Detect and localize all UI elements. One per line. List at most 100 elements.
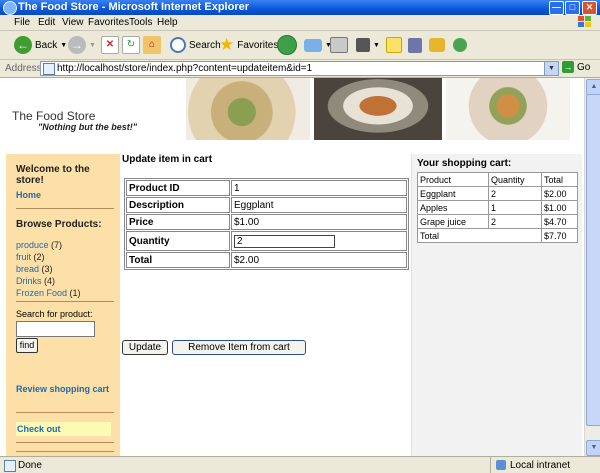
cart-heading: Your shopping cart:: [417, 158, 512, 169]
welcome-heading: Welcome to the store!: [16, 164, 90, 186]
table-row: Apples 1 $1.00: [417, 200, 578, 215]
category-count: (4): [44, 276, 56, 286]
checkout-link[interactable]: Check out: [16, 422, 111, 436]
sidebar: Welcome to the store! Home Browse Produc…: [6, 154, 120, 456]
browser-window: The Food Store - Microsoft Internet Expl…: [0, 0, 600, 473]
shopping-cart-panel: Your shopping cart: Product Quantity Tot…: [411, 154, 582, 456]
home-link[interactable]: Home: [16, 190, 41, 200]
scroll-thumb[interactable]: [586, 94, 600, 426]
quantity-input[interactable]: 2: [234, 234, 335, 248]
column-header-total: Total: [541, 172, 578, 187]
edit-dropdown-icon: ▼: [373, 41, 380, 49]
menu-view[interactable]: View: [62, 17, 84, 28]
find-button[interactable]: find: [16, 338, 38, 353]
divider: [16, 442, 114, 443]
update-button[interactable]: Update: [122, 340, 168, 355]
print-button[interactable]: [330, 34, 348, 56]
mail-icon: [304, 38, 322, 52]
divider: [16, 301, 114, 302]
divider: [16, 451, 114, 452]
category-fruit[interactable]: fruit (2): [16, 252, 45, 262]
table-row: Total $2.00: [126, 252, 407, 268]
category-produce[interactable]: produce (7): [16, 240, 62, 250]
category-link[interactable]: Frozen Food: [16, 288, 67, 298]
search-label: Search for product:: [16, 309, 93, 319]
page-done-icon: [4, 460, 16, 472]
stop-button[interactable]: ✕: [101, 34, 119, 56]
menu-tools[interactable]: Tools: [129, 17, 152, 28]
print-icon: [330, 37, 348, 53]
menu-favorites[interactable]: Favorites: [88, 17, 129, 28]
history-icon: [277, 35, 297, 55]
discuss-button[interactable]: [386, 34, 402, 56]
history-button[interactable]: [277, 34, 297, 56]
favorites-star-icon: ★: [219, 35, 235, 54]
go-button[interactable]: → Go: [562, 61, 590, 73]
category-link[interactable]: Drinks: [16, 276, 42, 286]
maximize-button[interactable]: □: [565, 1, 580, 15]
cart-total-value: $7.70: [541, 228, 578, 243]
product-id-label: Product ID: [126, 180, 230, 196]
category-link[interactable]: produce: [16, 240, 49, 250]
edit-icon: [356, 38, 370, 52]
category-bread[interactable]: bread (3): [16, 264, 53, 274]
page-content: The Food Store "Nothing but the best!" W…: [0, 78, 584, 456]
close-button[interactable]: ✕: [582, 1, 597, 15]
cart-product: Grape juice: [417, 214, 489, 229]
home-icon: ⌂: [143, 36, 161, 54]
item-table: Product ID 1 Description Eggplant Price …: [124, 178, 409, 270]
back-label: Back: [35, 39, 58, 51]
cart-total-row: Total $7.70: [417, 228, 578, 243]
back-dropdown-icon: ▼: [60, 41, 68, 49]
search-button[interactable]: Search: [170, 34, 221, 56]
address-dropdown-icon[interactable]: ▼: [544, 62, 558, 75]
research-icon: [408, 37, 422, 53]
vertical-scrollbar[interactable]: ▲ ▼: [584, 78, 600, 456]
title-bar: The Food Store - Microsoft Internet Expl…: [0, 0, 600, 15]
table-row: Quantity 2: [126, 231, 407, 251]
forward-button[interactable]: → ▼: [68, 34, 96, 56]
cart-quantity: 2: [488, 214, 542, 229]
contacts-button[interactable]: [453, 34, 467, 56]
messenger-button[interactable]: [429, 34, 445, 56]
scroll-up-icon[interactable]: ▲: [586, 79, 600, 95]
favorites-button[interactable]: ★ Favorites: [219, 34, 278, 56]
category-link[interactable]: fruit: [16, 252, 31, 262]
mail-button[interactable]: ▼: [304, 34, 332, 56]
address-bar: Address http://localhost/store/index.php…: [0, 60, 600, 78]
category-count: (7): [51, 240, 63, 250]
menu-help[interactable]: Help: [157, 17, 178, 28]
window-title: The Food Store - Microsoft Internet Expl…: [18, 1, 250, 13]
site-tagline: "Nothing but the best!": [38, 122, 138, 132]
category-drinks[interactable]: Drinks (4): [16, 276, 55, 286]
column-header-quantity: Quantity: [488, 172, 542, 187]
divider: [16, 208, 114, 209]
remove-item-button[interactable]: Remove Item from cart: [172, 340, 306, 355]
research-button[interactable]: [408, 34, 422, 56]
scroll-down-icon[interactable]: ▼: [586, 440, 600, 456]
discuss-icon: [386, 37, 402, 53]
review-cart-link[interactable]: Review shopping cart: [16, 384, 116, 394]
go-label: Go: [577, 61, 591, 73]
address-url: http://localhost/store/index.php?content…: [57, 63, 313, 74]
cart-table: Product Quantity Total Eggplant 2 $2.00 …: [417, 172, 578, 243]
edit-button[interactable]: ▼: [356, 34, 380, 56]
cart-total: $4.70: [541, 214, 578, 229]
home-button[interactable]: ⌂: [143, 34, 161, 56]
forward-arrow-icon: →: [68, 36, 86, 54]
category-link[interactable]: bread: [16, 264, 39, 274]
update-heading: Update item in cart: [122, 154, 213, 165]
menu-bar: File Edit View Favorites Tools Help: [0, 15, 600, 31]
menu-edit[interactable]: Edit: [38, 17, 55, 28]
browse-heading: Browse Products:: [16, 219, 102, 230]
minimize-button[interactable]: —: [549, 1, 564, 15]
divider: [16, 412, 114, 413]
category-frozen-food[interactable]: Frozen Food (1): [16, 288, 81, 298]
back-button[interactable]: ← Back ▼: [14, 34, 67, 56]
menu-file[interactable]: File: [14, 17, 30, 28]
quantity-cell: 2: [231, 231, 407, 251]
back-arrow-icon: ←: [14, 36, 32, 54]
refresh-button[interactable]: ↻: [122, 34, 140, 56]
product-search-input[interactable]: [16, 321, 95, 337]
address-input[interactable]: http://localhost/store/index.php?content…: [40, 61, 559, 76]
